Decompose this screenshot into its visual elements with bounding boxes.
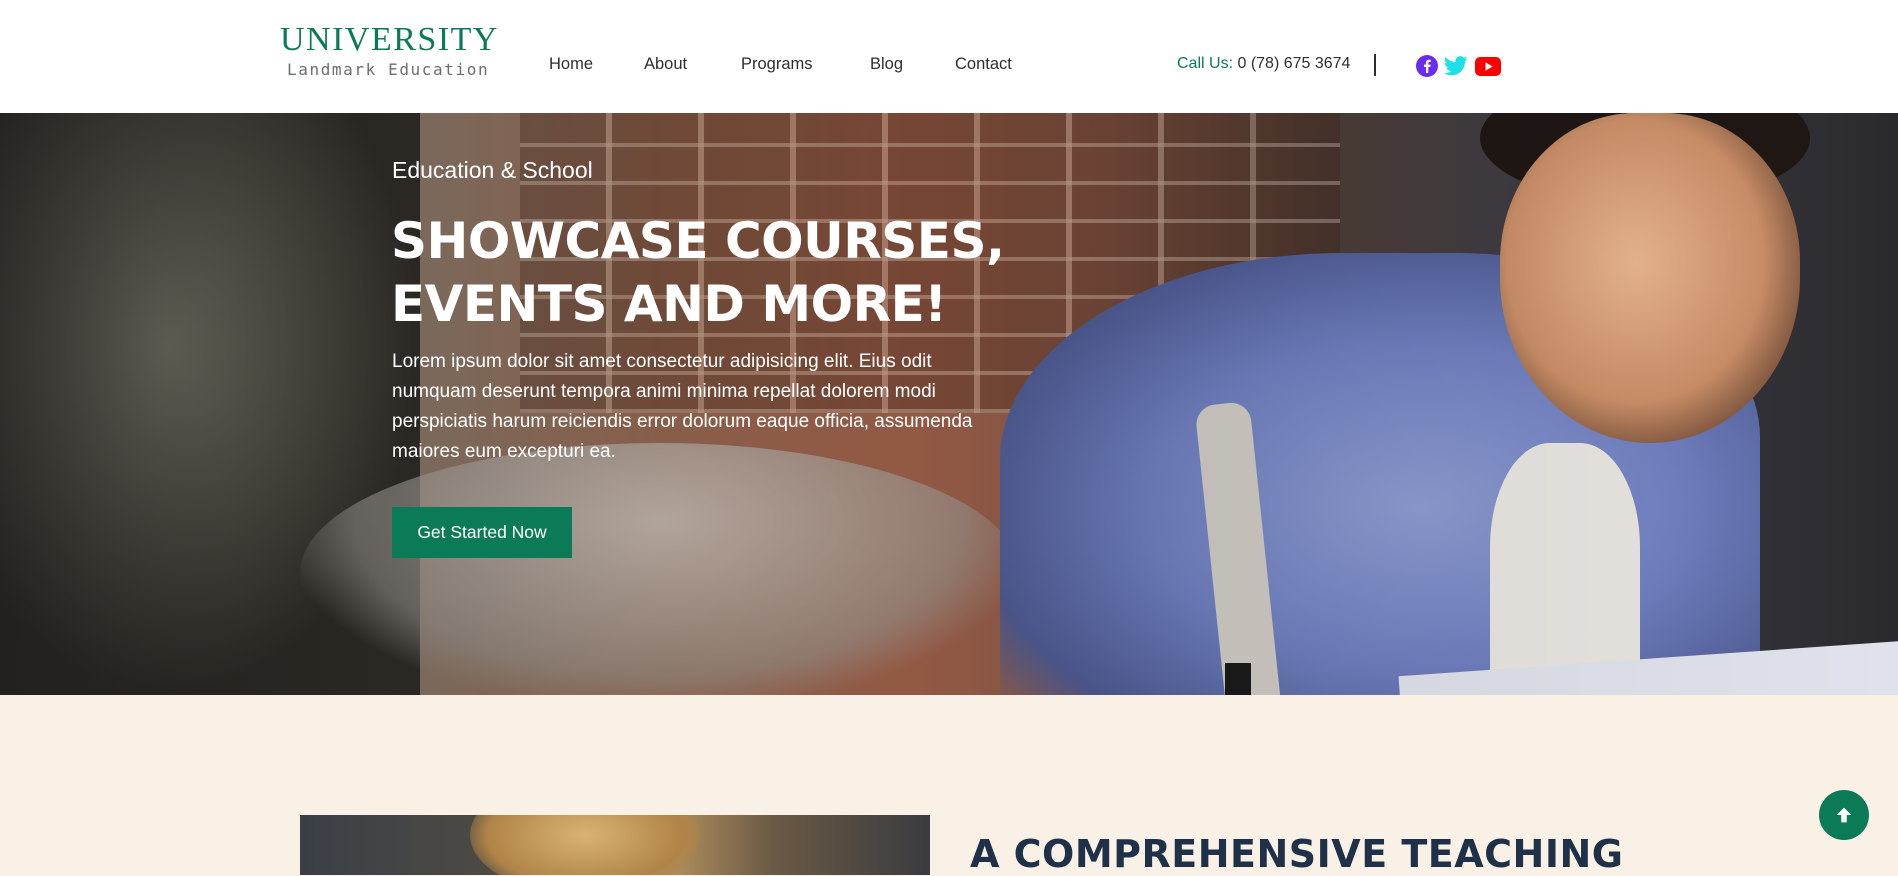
hero-eyebrow: Education & School bbox=[392, 157, 593, 183]
logo-subtitle: Landmark Education bbox=[287, 60, 490, 79]
nav-about[interactable]: About bbox=[644, 55, 687, 74]
hero-description: Lorem ipsum dolor sit amet consectetur a… bbox=[392, 351, 973, 462]
arrow-up-icon bbox=[1836, 807, 1852, 823]
phone-number: 0 (78) 675 3674 bbox=[1237, 55, 1351, 72]
youtube-icon[interactable] bbox=[1475, 54, 1501, 78]
logo-title: UNIVERSITY bbox=[280, 21, 499, 58]
header-divider bbox=[1374, 54, 1376, 76]
scroll-to-top-button[interactable] bbox=[1819, 790, 1869, 840]
twitter-icon[interactable] bbox=[1444, 54, 1468, 78]
nav-programs[interactable]: Programs bbox=[741, 55, 813, 74]
site-header: UNIVERSITY Landmark Education Home About… bbox=[0, 0, 1898, 113]
call-us-label: Call Us: bbox=[1177, 55, 1234, 72]
hero-title-line-2: EVENTS AND MORE! bbox=[391, 275, 947, 333]
nav-contact[interactable]: Contact bbox=[955, 55, 1012, 74]
nav-home[interactable]: Home bbox=[549, 55, 593, 74]
hero-title-line-1: SHOWCASE COURSES, bbox=[391, 212, 1005, 270]
teaching-section-title: A COMPREHENSIVE TEACHING bbox=[970, 832, 1624, 876]
facebook-icon[interactable] bbox=[1415, 54, 1439, 78]
teaching-section-image bbox=[300, 815, 930, 875]
logo[interactable]: UNIVERSITY Landmark Education bbox=[280, 21, 505, 80]
person-hair bbox=[470, 815, 700, 875]
nav-blog[interactable]: Blog bbox=[870, 55, 903, 74]
call-us[interactable]: Call Us: 0 (78) 675 3674 bbox=[1177, 55, 1350, 73]
hero-title: SHOWCASE COURSES, EVENTS AND MORE! bbox=[391, 210, 1005, 336]
get-started-button[interactable]: Get Started Now bbox=[392, 507, 572, 558]
